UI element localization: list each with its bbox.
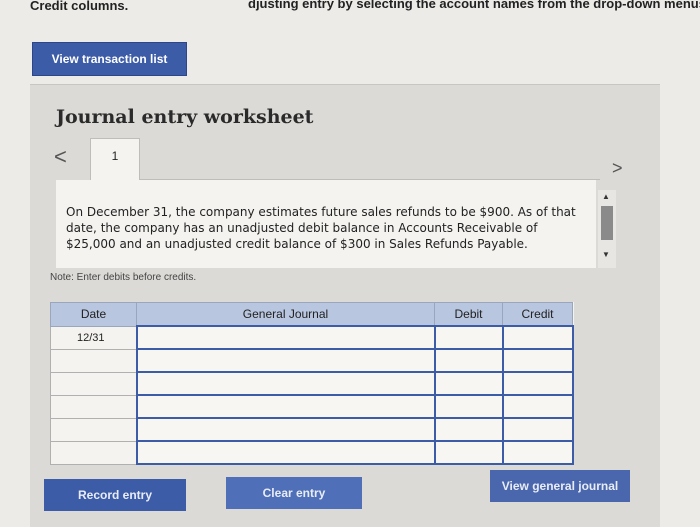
prev-arrow-icon[interactable]: < [54, 144, 67, 170]
clear-entry-button[interactable]: Clear entry [226, 477, 362, 509]
table-row [50, 348, 574, 373]
credit-input[interactable] [501, 394, 574, 419]
view-transaction-list-button[interactable]: View transaction list [32, 42, 187, 76]
table-row: 12/31 [50, 325, 574, 350]
date-cell [50, 417, 137, 442]
debit-input[interactable] [433, 440, 504, 465]
account-select[interactable] [135, 325, 436, 350]
account-select[interactable] [135, 440, 436, 465]
column-header-general-journal: General Journal [136, 302, 435, 327]
date-cell [50, 371, 137, 396]
journal-table: Date General Journal Debit Credit 12/31 [50, 302, 574, 465]
account-select[interactable] [135, 394, 436, 419]
credit-input[interactable] [501, 440, 574, 465]
tab-1[interactable]: 1 [90, 138, 140, 180]
debit-input[interactable] [433, 417, 504, 442]
instruction-text: Credit columns. djusting entry by select… [0, 0, 700, 22]
instruction-left: Credit columns. [30, 0, 129, 13]
column-header-credit: Credit [502, 302, 573, 327]
table-header-row: Date General Journal Debit Credit [50, 302, 573, 327]
credit-input[interactable] [501, 371, 574, 396]
date-cell [50, 394, 137, 419]
credit-input[interactable] [501, 348, 574, 373]
view-general-journal-button[interactable]: View general journal [490, 470, 630, 502]
table-row [50, 394, 574, 419]
credit-input[interactable] [501, 417, 574, 442]
column-header-debit: Debit [434, 302, 503, 327]
date-cell: 12/31 [50, 325, 137, 350]
table-row [50, 417, 574, 442]
date-cell [50, 440, 137, 465]
debit-input[interactable] [433, 371, 504, 396]
next-arrow-icon[interactable]: > [612, 158, 623, 179]
column-header-date: Date [50, 302, 137, 327]
table-row [50, 440, 574, 465]
account-select[interactable] [135, 348, 436, 373]
description-scrollbar[interactable]: ▲ ▼ [598, 190, 616, 268]
debit-input[interactable] [433, 348, 504, 373]
table-row [50, 371, 574, 396]
scroll-thumb[interactable] [601, 206, 613, 240]
account-select[interactable] [135, 371, 436, 396]
transaction-description: On December 31, the company estimates fu… [56, 180, 596, 268]
account-select[interactable] [135, 417, 436, 442]
record-entry-button[interactable]: Record entry [44, 479, 186, 511]
credit-input[interactable] [501, 325, 574, 350]
note-text: Note: Enter debits before credits. [50, 272, 197, 283]
scroll-down-icon[interactable]: ▼ [602, 250, 610, 259]
scroll-up-icon[interactable]: ▲ [602, 192, 610, 201]
date-cell [50, 348, 137, 373]
worksheet-title: Journal entry worksheet [56, 106, 314, 128]
debit-input[interactable] [433, 325, 504, 350]
debit-input[interactable] [433, 394, 504, 419]
instruction-right: djusting entry by selecting the account … [248, 0, 700, 11]
